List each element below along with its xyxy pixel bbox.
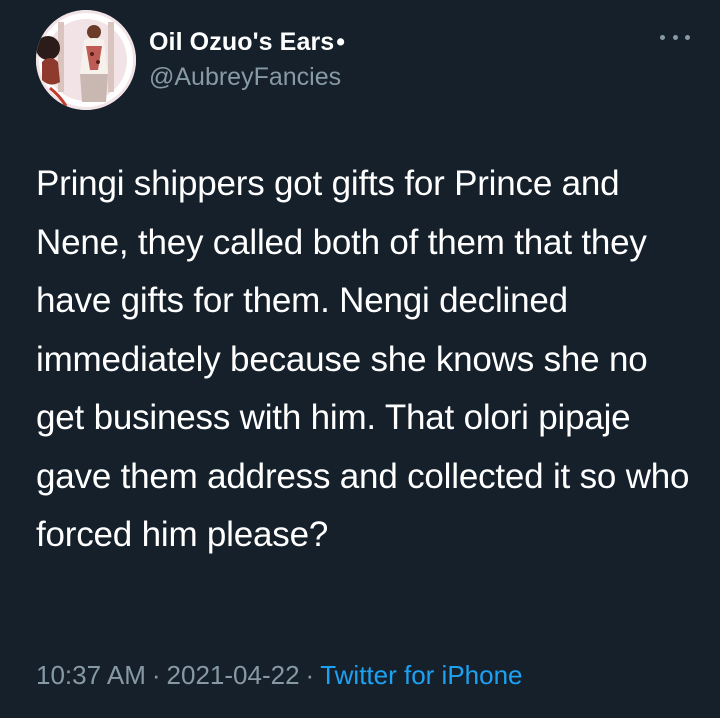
meta-separator: ·: [305, 660, 315, 690]
tweet-source-link[interactable]: Twitter for iPhone: [320, 660, 522, 690]
meta-separator: ·: [151, 660, 161, 690]
tweet-text: Pringi shippers got gifts for Prince and…: [36, 164, 690, 554]
display-name-text[interactable]: Oil Ozuo's Ears: [149, 28, 334, 56]
name-suffix: •: [336, 28, 346, 56]
user-info: Oil Ozuo's Ears• @AubreyFancies: [149, 28, 345, 92]
user-handle[interactable]: @AubreyFancies: [149, 63, 345, 92]
avatar-image: [36, 10, 136, 110]
display-name[interactable]: Oil Ozuo's Ears•: [149, 28, 345, 57]
more-dot: [672, 34, 678, 40]
avatar[interactable]: [36, 10, 136, 110]
tweet-card: Oil Ozuo's Ears• @AubreyFancies Pringi s…: [0, 0, 720, 718]
tweet-meta: 10:37 AM · 2021-04-22 · Twitter for iPhone: [36, 660, 523, 691]
tweet-time[interactable]: 10:37 AM: [36, 660, 146, 690]
more-horizontal-icon[interactable]: [660, 32, 690, 42]
more-dot: [685, 34, 690, 40]
tweet-date[interactable]: 2021-04-22: [167, 660, 300, 690]
more-dot: [660, 34, 665, 40]
tweet-header: Oil Ozuo's Ears• @AubreyFancies: [36, 10, 690, 110]
